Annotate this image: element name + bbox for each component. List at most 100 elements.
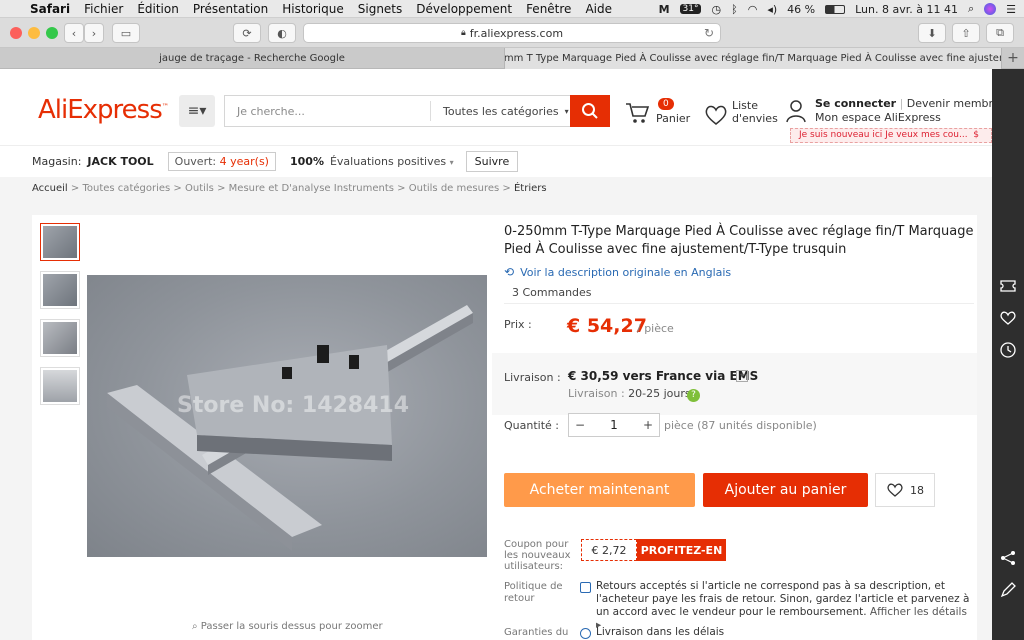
breadcrumb-item[interactable]: Accueil — [32, 183, 68, 194]
main-product-image[interactable]: Store No: 1428414 — [87, 275, 487, 557]
cart-icon[interactable] — [625, 101, 651, 125]
wifi-icon[interactable]: ◠ — [748, 3, 758, 16]
store-bar: Magasin: JACK TOOL Ouvert: 4 year(s) 100… — [0, 145, 1024, 177]
menu-safari[interactable]: Safari — [30, 2, 70, 16]
time-machine-icon[interactable]: ◷ — [711, 3, 721, 16]
user-icon[interactable] — [786, 99, 806, 123]
coupon-label: Coupon pour les nouveaux utilisateurs: — [504, 539, 571, 572]
join-link[interactable]: Devenir membre — [907, 97, 1000, 110]
category-menu-button[interactable]: ≡▾ — [179, 95, 215, 127]
reload-extension-button[interactable]: ⟳ — [233, 23, 261, 43]
tabs-overview-button[interactable]: ⧉ — [986, 23, 1014, 43]
return-policy-label: Politique de retour — [504, 581, 563, 604]
breadcrumb-item[interactable]: Toutes catégories — [82, 183, 170, 194]
add-to-wishlist-button[interactable]: 18 — [875, 473, 935, 507]
search-icon: ⌕ — [192, 621, 198, 632]
shipping-value: € 30,59 vers France via EMS — [568, 369, 759, 383]
tab-bar: jauge de traçage - Recherche Google 0 25… — [0, 48, 1024, 69]
logo-text: AliExpress — [38, 95, 163, 125]
menu-edition[interactable]: Édition — [137, 2, 179, 16]
help-icon[interactable]: ? — [687, 389, 700, 402]
product-title: 0-250mm T-Type Marquage Pied À Coulisse … — [504, 224, 974, 257]
bluetooth-icon[interactable]: ᛒ — [731, 3, 738, 16]
menu-fenetre[interactable]: Fenêtre — [526, 2, 571, 16]
menu-fichier[interactable]: Fichier — [84, 2, 123, 16]
history-icon[interactable] — [999, 341, 1017, 359]
zoom-hint-text: Passer la souris dessus pour zoomer — [200, 621, 383, 632]
thumbnail[interactable] — [40, 223, 80, 261]
menu-presentation[interactable]: Présentation — [193, 2, 268, 16]
address-bar[interactable]: 🔒︎ fr.aliexpress.com ↻ — [303, 23, 721, 43]
thumbnail[interactable] — [40, 271, 80, 309]
thumbnail[interactable] — [40, 319, 80, 357]
store-name[interactable]: JACK TOOL — [87, 155, 153, 168]
thumbnail-image — [43, 226, 77, 258]
back-button[interactable]: ‹ — [64, 23, 84, 43]
reload-icon[interactable]: ↻ — [704, 26, 714, 40]
edit-icon[interactable] — [999, 581, 1017, 599]
downloads-button[interactable]: ⬇ — [918, 23, 946, 43]
return-policy-text: Retours acceptés si l'article ne corresp… — [596, 580, 974, 632]
menu-historique[interactable]: Historique — [282, 2, 344, 16]
close-window-button[interactable] — [10, 27, 22, 39]
menu-signets[interactable]: Signets — [358, 2, 403, 16]
buy-now-button[interactable]: Acheter maintenant — [504, 473, 695, 507]
forward-button[interactable]: › — [84, 23, 104, 43]
battery-percent[interactable]: 46 % — [787, 3, 815, 16]
siri-icon[interactable] — [984, 3, 997, 15]
minimize-window-button[interactable] — [28, 27, 40, 39]
new-tab-button[interactable]: + — [1002, 48, 1024, 68]
search-input[interactable]: Je cherche... — [225, 105, 430, 118]
delivery-label: Livraison : — [568, 387, 625, 400]
menu-icon: ≡▾ — [187, 103, 207, 119]
my-account-link[interactable]: Mon espace AliExpress — [815, 111, 1000, 125]
add-to-cart-button[interactable]: Ajouter au panier — [703, 473, 868, 507]
coupon-icon[interactable] — [999, 277, 1017, 295]
breadcrumb-current[interactable]: Étriers — [514, 183, 547, 194]
translate-link[interactable]: ⟲ Voir la description originale en Angla… — [504, 265, 731, 279]
thumbnail[interactable] — [40, 367, 80, 405]
zoom-window-button[interactable] — [46, 27, 58, 39]
quantity-input[interactable]: 1 — [591, 414, 637, 436]
spotlight-icon[interactable]: ⌕ — [968, 2, 974, 16]
lock-icon: 🔒︎ — [460, 28, 466, 38]
breadcrumb-item[interactable]: Outils — [185, 183, 214, 194]
heart-icon[interactable] — [999, 309, 1017, 327]
breadcrumb-item[interactable]: Outils de mesures — [409, 183, 499, 194]
new-user-promo-banner[interactable]: Je suis nouveau ici Je veux mes cou... $ — [790, 128, 992, 143]
tab-google-search[interactable]: jauge de traçage - Recherche Google — [0, 48, 505, 69]
search-box[interactable]: Je cherche... Toutes les catégories ▾ — [224, 95, 570, 127]
menu-developpement[interactable]: Développement — [416, 2, 512, 16]
shipping-options-dropdown[interactable]: ▾ — [736, 370, 748, 382]
notification-center-icon[interactable]: ☰ — [1006, 3, 1016, 16]
volume-icon[interactable]: ◂) — [767, 3, 777, 16]
aliexpress-logo[interactable]: AliExpress™ — [38, 95, 169, 125]
search-category-select[interactable]: Toutes les catégories ▾ — [430, 101, 570, 121]
malwarebytes-icon[interactable]: M — [659, 3, 670, 16]
share-icon[interactable] — [999, 549, 1017, 567]
signin-link[interactable]: Se connecter — [815, 97, 896, 110]
clock[interactable]: Lun. 8 avr. à 11 41 — [855, 3, 958, 16]
quantity-decrease-button[interactable]: − — [569, 414, 591, 436]
sidebar-button[interactable]: ▭ — [112, 23, 140, 43]
battery-icon[interactable] — [825, 4, 846, 14]
search-button[interactable] — [570, 95, 610, 127]
quantity-stepper: − 1 + — [568, 413, 660, 437]
claim-coupon-button[interactable]: PROFITEZ-EN — [637, 539, 726, 561]
temperature-badge[interactable]: 31° — [679, 4, 702, 14]
menu-aide[interactable]: Aide — [585, 2, 612, 16]
heart-icon[interactable] — [703, 103, 729, 127]
wishlist-link[interactable]: Liste d'envies — [732, 99, 778, 125]
cart-label[interactable]: Panier — [656, 112, 690, 125]
price-unit: / pièce — [637, 322, 674, 335]
promo-tail: $ — [973, 130, 979, 140]
share-button[interactable]: ⇧ — [952, 23, 980, 43]
positive-feedback-dropdown[interactable]: Évaluations positives ▾ — [330, 155, 454, 168]
tab-aliexpress-product[interactable]: 0 250mm T Type Marquage Pied À Coulisse … — [505, 48, 1002, 69]
privacy-extension-button[interactable]: ◐ — [268, 23, 296, 43]
open-label: Ouvert: — [174, 155, 217, 168]
divider — [504, 303, 974, 304]
quantity-increase-button[interactable]: + — [637, 414, 659, 436]
breadcrumb-item[interactable]: Mesure et D'analyse Instruments — [229, 183, 394, 194]
follow-store-button[interactable]: Suivre — [465, 151, 519, 172]
